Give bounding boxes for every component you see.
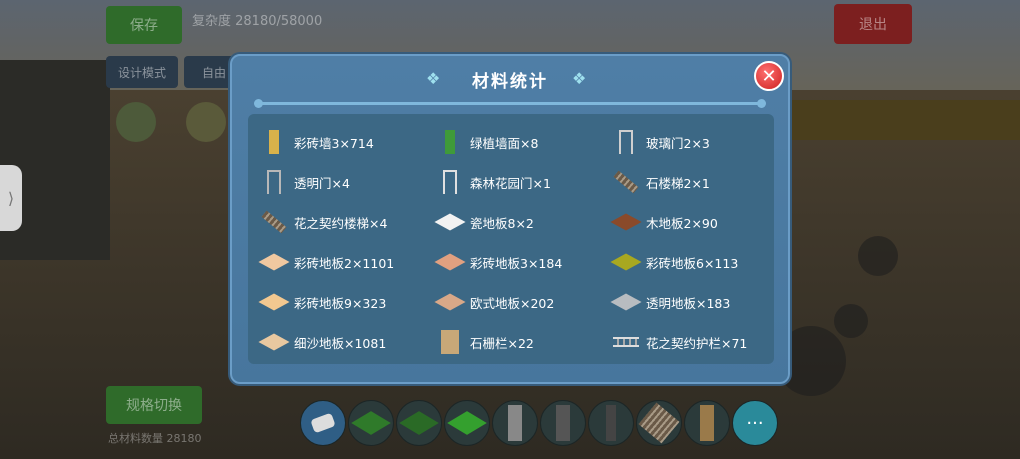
material-item: 花之契约楼梯×4: [260, 202, 436, 242]
material-item: 欧式地板×202: [434, 282, 612, 322]
hotbar-slot-grass-2[interactable]: [396, 400, 442, 446]
garden-gate-icon: [436, 168, 464, 196]
stone-fence-icon: [436, 328, 464, 356]
material-item: 石楼梯2×1: [612, 162, 770, 202]
wall-icon: [260, 128, 288, 156]
material-label: 森林花园门×1: [470, 175, 551, 191]
material-item: 彩砖地板6×113: [610, 242, 770, 282]
material-label: 花之契约楼梯×4: [294, 215, 388, 231]
material-label: 花之契约护栏×71: [646, 335, 748, 351]
material-item: 细沙地板×1081: [258, 322, 436, 362]
switch-spec-button[interactable]: 规格切换: [106, 386, 202, 424]
hotbar: ···: [300, 400, 778, 446]
flower-railing-icon: [612, 328, 640, 356]
material-label: 彩砖地板9×323: [294, 295, 387, 311]
wood-floor-icon: [610, 208, 642, 236]
material-item: 木地板2×90: [610, 202, 770, 242]
more-button[interactable]: ···: [732, 400, 778, 446]
stone-stairs-icon: [612, 168, 640, 196]
porcelain-floor-icon: [434, 208, 466, 236]
hotbar-slot-stairs[interactable]: [636, 400, 682, 446]
materials-panel: 彩砖墙3×714 绿植墙面×8 玻璃门2×3 透明门×4 森林花园门×1 石楼梯2×1 花之…: [248, 114, 774, 364]
material-label: 彩砖地板2×1101: [294, 255, 395, 271]
tile-floor-icon: [434, 248, 466, 276]
material-item: 彩砖地板3×184: [434, 242, 612, 282]
fence-stripe: [790, 100, 1020, 140]
wall-block: [0, 60, 110, 260]
material-item: 彩砖地板9×323: [258, 282, 436, 322]
material-label: 欧式地板×202: [470, 295, 555, 311]
material-label: 透明门×4: [294, 175, 350, 191]
material-item: 透明门×4: [260, 162, 436, 202]
exit-button[interactable]: 退出: [834, 4, 912, 44]
title-banner: ❖ 材料统计 ❖: [416, 64, 604, 94]
tile-floor-icon: [258, 288, 290, 316]
hotbar-slot-wall[interactable]: [492, 400, 538, 446]
complexity-counter: 复杂度 28180/58000: [192, 14, 323, 29]
transparent-door-icon: [260, 168, 288, 196]
template-icon[interactable]: [116, 102, 156, 142]
material-label: 玻璃门2×3: [646, 135, 710, 151]
material-item: 森林花园门×1: [436, 162, 612, 202]
material-item: 玻璃门2×3: [612, 122, 770, 162]
material-label: 细沙地板×1081: [294, 335, 387, 351]
material-label: 瓷地板8×2: [470, 215, 534, 231]
up-arrow-icon[interactable]: [858, 236, 898, 276]
plant-wall-icon: [436, 128, 464, 156]
glass-door-icon: [612, 128, 640, 156]
hotbar-slot-grass[interactable]: [348, 400, 394, 446]
material-label: 石楼梯2×1: [646, 175, 710, 191]
sand-floor-icon: [258, 328, 290, 356]
hotbar-slot-green-floor[interactable]: [444, 400, 490, 446]
landscape-icon[interactable]: [186, 102, 226, 142]
dialog-title: 材料统计: [472, 71, 548, 92]
material-label: 透明地板×183: [646, 295, 731, 311]
undo-icon[interactable]: [834, 304, 868, 338]
material-item: 石栅栏×22: [436, 322, 612, 362]
ornament-right-icon: ❖: [572, 69, 587, 88]
material-stats-dialog: ❖ 材料统计 ❖ ✕ 彩砖墙3×714 绿植墙面×8 玻璃门2×3 透明门×4 森林花园…: [230, 54, 790, 384]
divider: [254, 99, 766, 108]
hotbar-slot-wood[interactable]: [684, 400, 730, 446]
save-button[interactable]: 保存: [106, 6, 182, 44]
title-bar: ❖ 材料统计 ❖: [232, 62, 788, 96]
material-item: 瓷地板8×2: [434, 202, 612, 242]
tile-floor-icon: [610, 248, 642, 276]
material-item: 透明地板×183: [610, 282, 770, 322]
close-button[interactable]: ✕: [754, 61, 784, 91]
ornament-left-icon: ❖: [426, 69, 441, 88]
hotbar-slot-door[interactable]: [540, 400, 586, 446]
material-label: 木地板2×90: [646, 215, 718, 231]
tile-floor-icon: [258, 248, 290, 276]
side-drawer-handle[interactable]: ⟩: [0, 165, 22, 231]
material-item: 花之契约护栏×71: [612, 322, 770, 362]
material-label: 彩砖地板6×113: [646, 255, 739, 271]
materials-grid: 彩砖墙3×714 绿植墙面×8 玻璃门2×3 透明门×4 森林花园门×1 石楼梯2×1 花之…: [258, 122, 770, 358]
euro-floor-icon: [434, 288, 466, 316]
material-total: 总材料数量 28180: [108, 432, 202, 445]
material-label: 石栅栏×22: [470, 335, 534, 351]
material-label: 彩砖墙3×714: [294, 135, 374, 151]
material-label: 彩砖地板3×184: [470, 255, 563, 271]
hotbar-slot-pillar[interactable]: [588, 400, 634, 446]
eraser-icon[interactable]: [300, 400, 346, 446]
material-item: 彩砖墙3×714: [260, 122, 436, 162]
flower-stairs-icon: [260, 208, 288, 236]
material-item: 绿植墙面×8: [436, 122, 612, 162]
material-item: 彩砖地板2×1101: [258, 242, 436, 282]
material-label: 绿植墙面×8: [470, 135, 539, 151]
design-mode-button[interactable]: 设计模式: [106, 56, 178, 88]
transparent-floor-icon: [610, 288, 642, 316]
